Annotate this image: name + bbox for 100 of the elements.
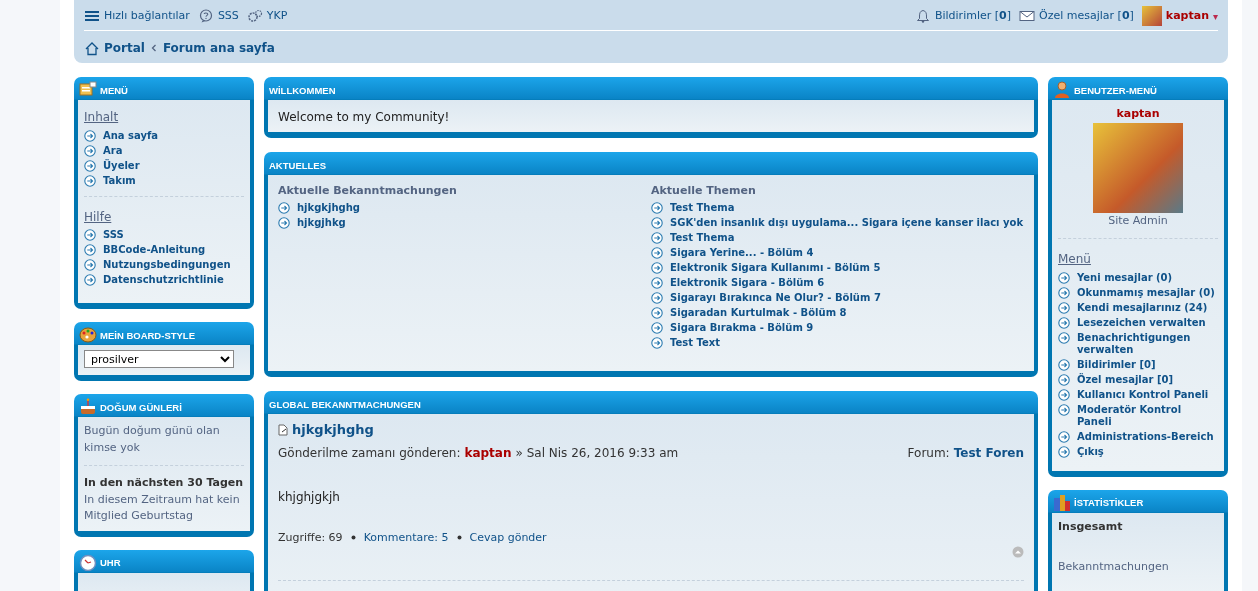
menu-link[interactable]: Bildirimler [0]	[1077, 358, 1156, 371]
menu-link[interactable]: Benachrichtigungen verwalten	[1077, 331, 1218, 356]
arrow-circle-icon	[278, 201, 290, 214]
arrow-circle-icon	[278, 216, 290, 229]
arrow-circle-icon	[651, 306, 663, 319]
section-heading: Menü	[1058, 251, 1091, 268]
envelope-icon	[1019, 9, 1035, 23]
block-title: MENÜ	[100, 83, 128, 98]
menu-link[interactable]: Moderatör Kontrol Paneli	[1077, 403, 1218, 428]
menu-link[interactable]: Kullanıcı Kontrol Paneli	[1077, 388, 1209, 401]
upcoming-text: In diesem Zeitraum hat kein Mitglied Geburtstag	[84, 491, 241, 524]
menu-link[interactable]: Üyeler	[103, 159, 140, 172]
forum-link[interactable]: Test Foren	[953, 443, 1024, 462]
menu-link[interactable]: Datenschutzrichtlinie	[103, 274, 224, 286]
arrow-circle-icon	[1058, 301, 1070, 314]
menu-link[interactable]: Test Text	[670, 336, 720, 349]
menu-link[interactable]: Lesezeichen verwalten	[1077, 316, 1206, 329]
arrow-circle-icon	[651, 336, 663, 349]
gears-icon	[246, 9, 263, 23]
arrow-circle-icon	[84, 244, 96, 256]
menu-link[interactable]: SSS	[103, 229, 124, 241]
arrow-circle-icon	[84, 129, 96, 142]
menu-link[interactable]: Sigara Yerine... - Bölüm 4	[670, 246, 814, 259]
block-title: MEİN BOARD-STYLE	[100, 328, 195, 343]
menu-link[interactable]: Özel mesajlar [0]	[1077, 373, 1174, 386]
bullet-dot-icon	[350, 535, 356, 541]
user-rank: Site Admin	[1107, 212, 1169, 229]
arrow-circle-icon	[1058, 403, 1070, 416]
header-link[interactable]: Özel mesajlar [0]	[1019, 7, 1134, 25]
chart-icon	[1053, 493, 1071, 511]
menu-link[interactable]: Test Thema	[670, 231, 735, 244]
menu-link[interactable]: SGK'den insanlık dışı uygulama... Sigara içene kanser ilacı yok	[670, 216, 1024, 229]
arrow-circle-icon	[1058, 331, 1070, 344]
block-title: AKTUELLES	[269, 158, 326, 173]
menu-link[interactable]: hjkgkjhghg	[297, 201, 360, 214]
menu-link[interactable]: Nutzungsbedingungen	[103, 259, 231, 271]
menu-icon	[84, 9, 100, 23]
arrow-circle-icon	[651, 231, 663, 244]
style-select[interactable]: prosilver	[84, 350, 234, 368]
arrow-circle-icon	[651, 216, 663, 229]
header-link[interactable]: Bildirimler [0]	[914, 7, 1011, 25]
reply-link[interactable]: Cevap gönder	[469, 529, 547, 546]
avatar-image	[1141, 6, 1162, 26]
arrow-circle-icon	[84, 274, 96, 286]
menu-link[interactable]: Okunmamış mesajlar (0)	[1077, 286, 1215, 299]
arrow-circle-icon	[1058, 445, 1070, 458]
arrow-circle-icon	[1058, 358, 1070, 371]
palette-icon	[79, 326, 97, 343]
menu-link[interactable]: Ana sayfa	[103, 129, 159, 142]
menu-link[interactable]: Yeni mesajlar (0)	[1077, 271, 1173, 284]
arrow-circle-icon	[651, 321, 663, 334]
home-icon	[84, 40, 100, 56]
column-heading: Aktuelle Themen	[651, 183, 757, 199]
menu-link[interactable]: Sigarayı Bırakınca Ne Olur? - Bölüm 7	[670, 291, 881, 304]
menu-link[interactable]: Takım	[103, 174, 136, 187]
menu-link[interactable]: Kendi mesajlarınız (24)	[1077, 301, 1208, 314]
arrow-circle-icon	[651, 246, 663, 259]
block-title: BENUTZER-MENÜ	[1074, 83, 1157, 98]
menu-link[interactable]: BBCode-Anleitung	[103, 244, 206, 256]
block-title: WİLLKOMMEN	[269, 83, 336, 98]
arrow-circle-icon	[84, 174, 96, 187]
arrow-circle-icon	[1058, 271, 1070, 284]
topic-title[interactable]: hjkgkjhghg	[292, 420, 374, 440]
arrow-circle-icon	[651, 276, 663, 289]
header-link[interactable]: YKP	[246, 7, 288, 25]
menu-link[interactable]: Test Thema	[670, 201, 735, 214]
arrow-circle-icon	[1058, 388, 1070, 401]
arrow-circle-icon	[84, 144, 96, 157]
section-heading: Inhalt	[84, 109, 119, 126]
menu-link[interactable]: Sigara Bırakma - Bölüm 9	[670, 321, 814, 334]
views-count: Zugriffe: 69	[278, 529, 343, 546]
breadcrumb-link[interactable]: Portal	[104, 39, 145, 57]
menu-link[interactable]: Elektronik Sigara - Bölüm 6	[670, 276, 825, 289]
scroll-top-icon	[1012, 546, 1024, 558]
bell-icon	[914, 9, 931, 23]
block-title: GLOBAL BEKANNTMACHUNGEN	[269, 397, 421, 412]
comments-link[interactable]: Kommentare: 5	[363, 529, 449, 546]
clock-icon	[79, 553, 97, 571]
username: kaptan	[1115, 106, 1161, 122]
user-menu-link[interactable]: kaptan ▾	[1141, 6, 1218, 26]
menu-link[interactable]: Çıkış	[1077, 445, 1104, 458]
cake-icon	[79, 398, 97, 415]
upcoming-heading: In den nächsten 30 Tagen	[84, 475, 244, 491]
menu-link[interactable]: Ara	[103, 144, 123, 157]
user-icon	[1053, 81, 1071, 98]
post-label: Gönderilme zamanı gönderen:	[278, 444, 461, 462]
breadcrumb-link[interactable]: Forum ana sayfa	[162, 39, 275, 57]
arrow-circle-icon	[651, 291, 663, 304]
arrow-circle-icon	[1058, 286, 1070, 299]
post-date: » Sal Nis 26, 2016 9:33 am	[515, 444, 679, 462]
author-link[interactable]: kaptan	[464, 443, 512, 462]
menu-link[interactable]: Sigaradan Kurtulmak - Bölüm 8	[670, 306, 847, 319]
post-body: khjghjgkjh	[278, 488, 341, 506]
header-link[interactable]: Hızlı bağlantılar	[84, 7, 190, 25]
stats-label: Bekanntmachungen	[1058, 559, 1170, 575]
menu-link[interactable]: Administrations-Bereich	[1077, 430, 1214, 443]
header-link[interactable]: SSS	[197, 7, 239, 25]
arrow-circle-icon	[1058, 430, 1070, 443]
menu-link[interactable]: Elektronik Sigara Kullanımı - Bölüm 5	[670, 261, 881, 274]
menu-link[interactable]: hjkgjhkg	[297, 216, 346, 229]
